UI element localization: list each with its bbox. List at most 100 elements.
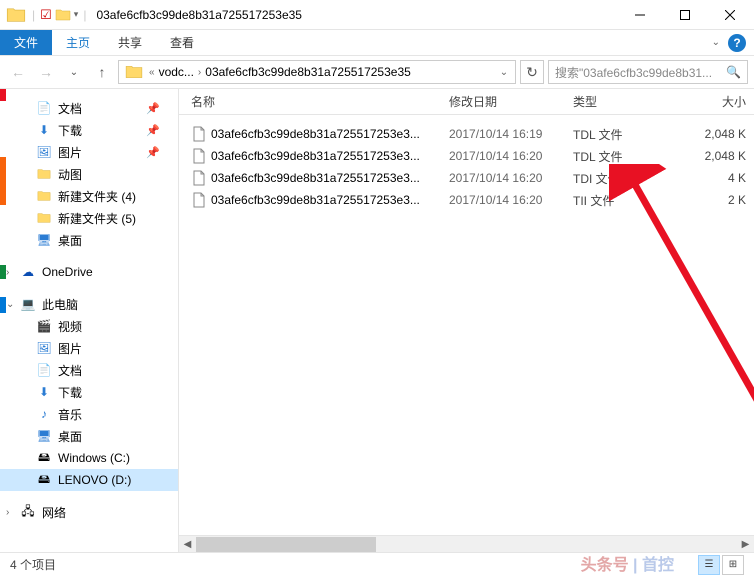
search-input[interactable]: 搜索"03afe6cfb3c99de8b31... 🔍 (548, 60, 748, 84)
view-details-button[interactable]: ☰ (698, 555, 720, 575)
sidebar-item-downloads[interactable]: ⬇下载📌 (0, 119, 178, 141)
download-icon: ⬇ (36, 384, 52, 400)
breadcrumb-seg1[interactable]: vodc... (157, 65, 196, 79)
sidebar-item-label: 文档 (58, 362, 82, 379)
sidebar-item-label: 视频 (58, 318, 82, 335)
scroll-right-icon[interactable]: ▶ (737, 536, 754, 553)
qat-folder-icon[interactable] (55, 7, 71, 23)
sidebar-item-label: Windows (C:) (58, 451, 130, 465)
sidebar-item-label: 此电脑 (42, 296, 78, 313)
help-icon[interactable]: ? (728, 34, 746, 52)
close-button[interactable] (707, 1, 752, 29)
refresh-button[interactable]: ↻ (520, 60, 544, 84)
sidebar-item-label: LENOVO (D:) (58, 473, 131, 487)
chevron-down-icon[interactable]: ⌄ (6, 299, 14, 310)
column-name[interactable]: 名称 (179, 93, 441, 110)
nav-back-button[interactable]: ← (6, 60, 30, 84)
sidebar-item-thispc[interactable]: ⌄💻此电脑 (0, 293, 178, 315)
window-title: 03afe6cfb3c99de8b31a725517253e35 (96, 8, 302, 22)
column-size[interactable]: 大小 (655, 93, 754, 110)
sidebar-item-docs2[interactable]: 📄 文档 (0, 359, 178, 381)
file-type: TDI 文件 (565, 170, 655, 187)
nav-forward-button[interactable]: → (34, 60, 58, 84)
drive-icon: 🖴 (36, 472, 52, 488)
chevron-right-icon[interactable]: › (6, 267, 9, 278)
qat-separator2: | (83, 8, 86, 22)
chevron-right-icon[interactable]: › (6, 507, 9, 518)
search-icon[interactable]: 🔍 (726, 65, 741, 79)
file-row[interactable]: 03afe6cfb3c99de8b31a725517253e3... 2017/1… (179, 167, 754, 189)
file-row[interactable]: 03afe6cfb3c99de8b31a725517253e3...2017/1… (179, 123, 754, 145)
sidebar-item-newfolder5[interactable]: 新建文件夹 (5) (0, 207, 178, 229)
column-type[interactable]: 类型 (565, 93, 655, 110)
folder-icon (36, 210, 52, 226)
sidebar-item-lenovod[interactable]: 🖴 LENOVO (D:) (0, 469, 178, 491)
nav-recent-dropdown[interactable]: ⌄ (62, 60, 86, 84)
sidebar-item-videos[interactable]: 🎬视频 (0, 315, 178, 337)
ribbon-expand-icon[interactable]: ⌄ (712, 37, 720, 48)
file-row[interactable]: 03afe6cfb3c99de8b31a725517253e3...2017/1… (179, 189, 754, 211)
sidebar-item-label: 音乐 (58, 406, 82, 423)
sidebar-item-music[interactable]: ♪ 音乐 (0, 403, 178, 425)
sidebar-item-pictures2[interactable]: 🖼图片 (0, 337, 178, 359)
qat-dropdown-icon[interactable]: ▾ (74, 9, 79, 20)
sidebar-item-network[interactable]: ›🖧网络 (0, 501, 178, 523)
file-name: 03afe6cfb3c99de8b31a725517253e3... (211, 127, 420, 141)
download-icon: ⬇ (36, 122, 52, 138)
file-type: TDL 文件 (565, 148, 655, 165)
hscrollbar[interactable]: ◀ ▶ (179, 535, 754, 552)
breadcrumb-chevron-icon[interactable]: › (196, 67, 203, 78)
nav-up-button[interactable]: ↑ (90, 60, 114, 84)
nav-tree[interactable]: 📄文档📌 ⬇下载📌 🖼图片📌 动图 新建文件夹 (4) 新建文件夹 (5) 🖥桌… (0, 89, 178, 552)
sidebar-item-desktop2[interactable]: 🖥桌面 (0, 425, 178, 447)
minimize-button[interactable] (617, 1, 662, 29)
maximize-button[interactable] (662, 1, 707, 29)
onedrive-icon: ☁ (20, 264, 36, 280)
sidebar-item-desktop[interactable]: 🖥 桌面 (0, 229, 178, 251)
sidebar-item-onedrive[interactable]: ›☁OneDrive (0, 261, 178, 283)
breadcrumb-seg2[interactable]: 03afe6cfb3c99de8b31a725517253e35 (203, 65, 413, 79)
column-date[interactable]: 修改日期 (441, 93, 565, 110)
address-dropdown-icon[interactable]: ⌄ (495, 67, 513, 78)
sidebar-item-newfolder4[interactable]: 新建文件夹 (4) (0, 185, 178, 207)
file-name: 03afe6cfb3c99de8b31a725517253e3... (211, 193, 420, 207)
file-size: 2,048 K (655, 149, 754, 163)
music-icon: ♪ (36, 406, 52, 422)
sidebar-item-windowsc[interactable]: 🖴 Windows (C:) (0, 447, 178, 469)
file-row[interactable]: 03afe6cfb3c99de8b31a725517253e3...2017/1… (179, 145, 754, 167)
folder-icon (36, 188, 52, 204)
scroll-left-icon[interactable]: ◀ (179, 536, 196, 553)
file-list[interactable]: 03afe6cfb3c99de8b31a725517253e3... 2017/1… (179, 115, 754, 211)
folder-icon (6, 5, 26, 25)
file-date: 2017/10/14 16:20 (441, 171, 565, 185)
tab-file[interactable]: 文件 (0, 30, 52, 55)
tab-home[interactable]: 主页 (52, 30, 104, 55)
tab-share[interactable]: 共享 (104, 30, 156, 55)
scroll-thumb[interactable] (196, 537, 376, 552)
sidebar-item-dongtu[interactable]: 动图 (0, 163, 178, 185)
address-folder-icon (125, 63, 143, 81)
sidebar-item-label: 桌面 (58, 232, 82, 249)
breadcrumb-sep: « (147, 67, 157, 78)
sidebar-item-pictures[interactable]: 🖼图片📌 (0, 141, 178, 163)
sidebar-item-label: 文档 (58, 100, 82, 117)
sidebar-item-documents[interactable]: 📄文档📌 (0, 97, 178, 119)
tab-view[interactable]: 查看 (156, 30, 208, 55)
titlebar: | ☑ ▾ | 03afe6cfb3c99de8b31a725517253e35 (0, 0, 754, 30)
sidebar-item-label: 下载 (58, 122, 82, 139)
address-bar[interactable]: « vodc... › 03afe6cfb3c99de8b31a72551725… (118, 60, 516, 84)
watermark-left: 头条号 (581, 557, 629, 574)
sidebar-item-label: 网络 (42, 504, 66, 521)
pin-icon: 📌 (146, 102, 160, 115)
desktop-icon: 🖥 (36, 232, 52, 248)
file-name: 03afe6cfb3c99de8b31a725517253e3... (211, 171, 420, 185)
view-icons-button[interactable]: ⊞ (722, 555, 744, 575)
sidebar-item-label: 桌面 (58, 428, 82, 445)
qat-checkbox-icon[interactable]: ☑ (40, 7, 52, 23)
document-icon: 📄 (36, 362, 52, 378)
sidebar-item-downloads2[interactable]: ⬇下载 (0, 381, 178, 403)
sidebar-item-label: 新建文件夹 (5) (58, 210, 136, 227)
watermark-right: 首控 (642, 557, 674, 574)
drive-icon: 🖴 (36, 450, 52, 466)
pictures-icon: 🖼 (36, 340, 52, 356)
